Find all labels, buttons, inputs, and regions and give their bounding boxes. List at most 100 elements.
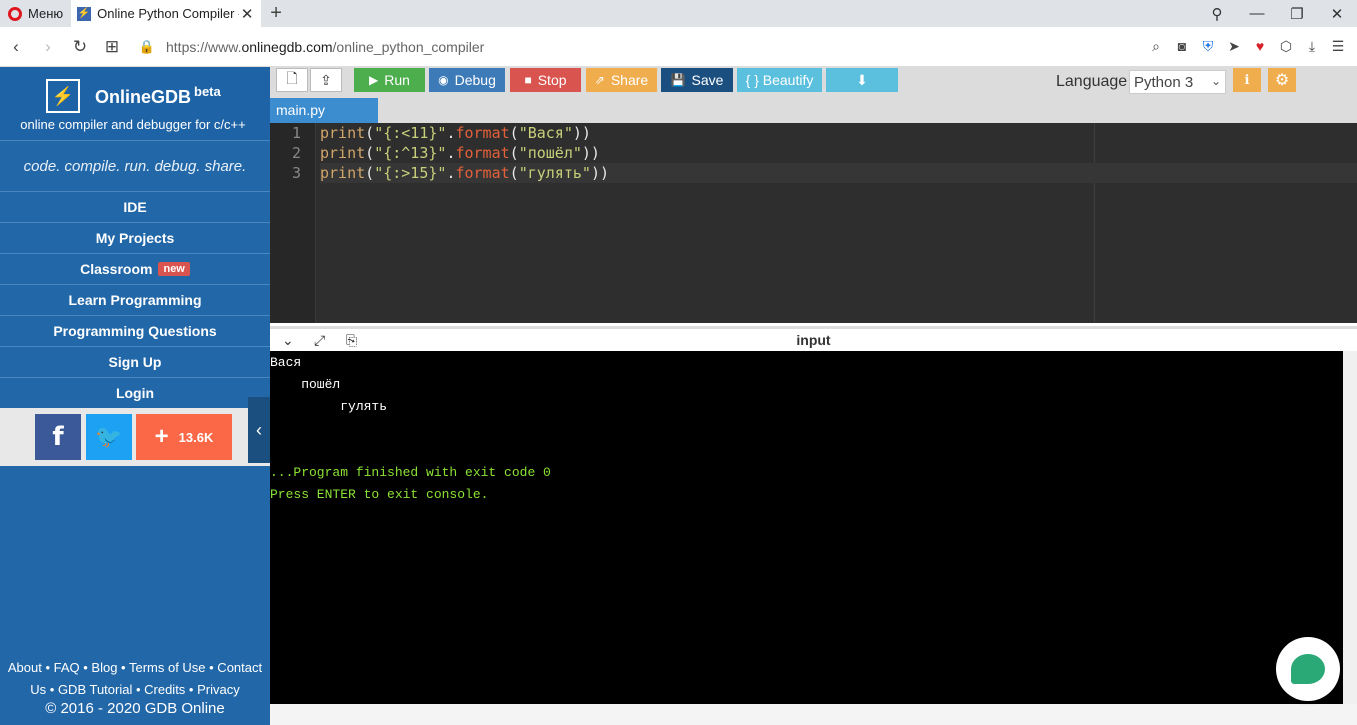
chat-button[interactable] bbox=[1276, 637, 1340, 701]
sidebar-item-my-projects[interactable]: My Projects bbox=[0, 222, 270, 253]
heart-icon[interactable]: ♥ bbox=[1247, 38, 1273, 55]
sidebar-item-label: My Projects bbox=[95, 230, 175, 246]
console-title: input bbox=[796, 332, 831, 348]
stop-label: Stop bbox=[537, 72, 567, 88]
sidebar-item-login[interactable]: Login bbox=[0, 377, 270, 408]
zoom-icon[interactable]: ⌕ bbox=[1143, 38, 1169, 55]
sidebar-item-label: Login bbox=[115, 385, 155, 401]
info-button[interactable]: ℹ bbox=[1233, 68, 1261, 92]
new-tab-button[interactable]: + bbox=[261, 2, 291, 25]
sidebar-item-label: Programming Questions bbox=[53, 323, 217, 339]
file-tabs: main.py bbox=[270, 97, 1357, 123]
save-label: Save bbox=[691, 72, 724, 88]
run-button[interactable]: ▶ Run bbox=[354, 68, 425, 92]
code-line: print("{:<11}".format("Вася")) bbox=[320, 124, 591, 142]
url-path: /online_python_compiler bbox=[332, 38, 485, 55]
brand-name: OnlineGDB bbox=[95, 87, 192, 107]
reload-icon[interactable]: ↻ bbox=[64, 37, 96, 57]
shield-icon[interactable]: ⛨ bbox=[1195, 38, 1221, 55]
cube-icon[interactable]: ⬡ bbox=[1273, 38, 1299, 55]
url-host: onlinegdb.com bbox=[241, 38, 333, 55]
console-output[interactable]: Вася пошёл гулять ...Program finished wi… bbox=[270, 351, 1343, 704]
file-tab-main-py[interactable]: main.py bbox=[270, 98, 378, 123]
browser-tab-bar: Меню ⚡ Online Python Compiler - c ✕ + ⚲ … bbox=[0, 0, 1357, 27]
favicon-icon: ⚡ bbox=[77, 6, 92, 21]
brand-subtitle: online compiler and debugger for c/c++ bbox=[20, 117, 246, 132]
collapse-sidebar-button[interactable]: ‹ bbox=[248, 397, 270, 463]
twitter-button[interactable]: 🐦 bbox=[86, 414, 132, 460]
console-scrollbar[interactable] bbox=[1343, 351, 1357, 704]
camera-icon[interactable]: ◙ bbox=[1169, 38, 1195, 55]
browser-tab-active[interactable]: ⚡ Online Python Compiler - c ✕ bbox=[71, 0, 262, 27]
chat-icon bbox=[1291, 654, 1325, 684]
output-line: пошёл bbox=[270, 377, 341, 392]
toolbar: 🗋 ⇪ ▶ Run ◉ Debug ■ Stop ⇗ Share 💾 Save { } B… bbox=[270, 67, 1357, 97]
sidebar-item-programming-questions[interactable]: Programming Questions bbox=[0, 315, 270, 346]
share-count-button[interactable]: +13.6K bbox=[136, 414, 232, 460]
twitter-icon: 🐦 bbox=[95, 424, 123, 449]
line-number: 3 bbox=[291, 164, 301, 182]
sidebar-item-learn-programming[interactable]: Learn Programming bbox=[0, 284, 270, 315]
download-icon[interactable]: ⤓ bbox=[1299, 38, 1325, 55]
window-controls: ⚲ — ❐ ✕ bbox=[1197, 0, 1357, 27]
brand-beta: beta bbox=[194, 84, 221, 99]
stop-button[interactable]: ■ Stop bbox=[510, 68, 581, 92]
code-editor[interactable]: 1 2 3 print("{:<11}".format("Вася")) pri… bbox=[270, 123, 1357, 323]
sidebar-item-sign-up[interactable]: Sign Up bbox=[0, 346, 270, 377]
download-button[interactable]: ⬇ bbox=[826, 68, 898, 92]
output-line: гулять bbox=[270, 399, 388, 414]
browser-tab-title: Online Python Compiler - c bbox=[97, 6, 240, 21]
new-file-button[interactable]: 🗋 bbox=[276, 68, 308, 92]
horizontal-scrollbar[interactable] bbox=[270, 704, 1357, 725]
beautify-button[interactable]: { } Beautify bbox=[737, 68, 822, 92]
footer-links[interactable]: About • FAQ • Blog • Terms of Use • Cont… bbox=[0, 657, 270, 701]
language-select[interactable]: Python 3 ⌄ bbox=[1129, 70, 1226, 94]
social-bar: f 🐦 +13.6K bbox=[0, 408, 270, 466]
save-button[interactable]: 💾 Save bbox=[661, 68, 733, 92]
browser-menu-button[interactable]: Меню bbox=[0, 0, 71, 27]
url-field[interactable]: https://www.onlinegdb.com/online_python_… bbox=[166, 39, 1143, 55]
sidebar-item-ide[interactable]: IDE bbox=[0, 191, 270, 222]
line-number: 2 bbox=[291, 144, 301, 162]
opera-logo-icon bbox=[8, 6, 22, 21]
facebook-button[interactable]: f bbox=[35, 414, 81, 460]
lock-icon[interactable]: 🔒 bbox=[136, 39, 158, 55]
settings-button[interactable]: ⚙ bbox=[1268, 68, 1296, 92]
browser-search-icon[interactable]: ⚲ bbox=[1197, 0, 1237, 27]
close-tab-icon[interactable]: ✕ bbox=[239, 5, 255, 23]
file-icon: 🗋 bbox=[286, 70, 298, 86]
back-icon[interactable]: ‹ bbox=[0, 37, 32, 57]
restore-window-icon[interactable]: ❐ bbox=[1277, 0, 1317, 27]
upload-file-button[interactable]: ⇪ bbox=[310, 68, 342, 92]
language-value: Python 3 bbox=[1134, 73, 1194, 91]
minimize-window-icon[interactable]: — bbox=[1237, 0, 1277, 27]
sidebar-item-label: Classroom bbox=[80, 261, 153, 277]
send-icon[interactable]: ➤ bbox=[1221, 38, 1247, 55]
run-label: Run bbox=[384, 72, 410, 88]
share-count: 13.6K bbox=[178, 429, 214, 445]
speed-dial-icon[interactable]: ⊞ bbox=[96, 37, 128, 57]
debug-button[interactable]: ◉ Debug bbox=[429, 68, 505, 92]
line-number: 1 bbox=[291, 124, 301, 142]
footer-line-2[interactable]: Us • GDB Tutorial • Credits • Privacy bbox=[0, 679, 270, 701]
play-icon: ▶ bbox=[369, 73, 379, 87]
share-icon: ⇗ bbox=[594, 73, 605, 87]
close-window-icon[interactable]: ✕ bbox=[1317, 0, 1357, 27]
footer-line-1[interactable]: About • FAQ • Blog • Terms of Use • Cont… bbox=[0, 657, 270, 679]
sidebar-item-classroom[interactable]: Classroom new bbox=[0, 253, 270, 284]
share-button[interactable]: ⇗ Share bbox=[586, 68, 657, 92]
console-header: ⌄ ⤢ ⎘ input bbox=[270, 326, 1357, 351]
brand[interactable]: ⚡ OnlineGDB beta online compiler and deb… bbox=[0, 67, 270, 140]
code-line: print("{:>15}".format("гулять")) bbox=[320, 163, 1357, 183]
easy-setup-icon[interactable]: ☰ bbox=[1325, 38, 1351, 55]
sidebar-item-label: Learn Programming bbox=[68, 292, 202, 308]
share-label: Share bbox=[610, 72, 649, 88]
sidebar: ⚡ OnlineGDB beta online compiler and deb… bbox=[0, 67, 270, 725]
stop-icon: ■ bbox=[524, 73, 532, 87]
line-gutter: 1 2 3 bbox=[270, 123, 316, 323]
press-enter-line: Press ENTER to exit console. bbox=[270, 487, 489, 502]
language-label: Language bbox=[1056, 73, 1128, 90]
forward-icon[interactable]: › bbox=[32, 37, 64, 57]
url-prefix: https://www. bbox=[166, 38, 242, 55]
exit-code-line: ...Program finished with exit code 0 bbox=[270, 465, 551, 480]
